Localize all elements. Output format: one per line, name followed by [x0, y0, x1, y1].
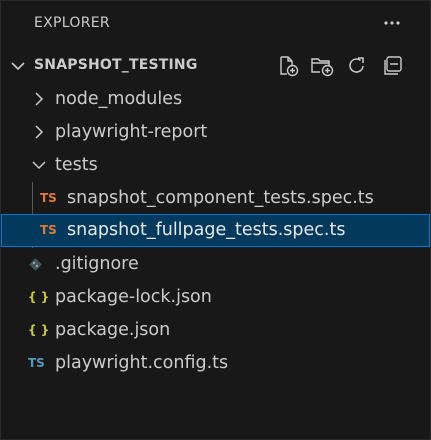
tree-item-playwright-report[interactable]: playwright-report [1, 116, 430, 149]
ellipsis-icon[interactable] [378, 9, 406, 37]
refresh-button[interactable] [344, 53, 370, 79]
tree-item-label: .gitignore [55, 254, 139, 274]
new-folder-icon [311, 58, 334, 77]
git-icon [29, 258, 42, 271]
workspace-title: SNAPSHOT_TESTING [34, 57, 198, 73]
collapse-all-icon [384, 56, 402, 75]
tree-item-label: playwright-report [55, 122, 208, 142]
new-file-button[interactable] [275, 53, 301, 79]
tree-item-package-json[interactable]: { } package.json [1, 314, 430, 347]
explorer-title: EXPLORER [34, 15, 110, 31]
tree-item-label: snapshot_fullpage_tests.spec.ts [67, 220, 346, 240]
tree-item-label: playwright.config.ts [55, 353, 229, 373]
tree-item-label: node_modules [55, 89, 183, 109]
chevron-right-icon [35, 125, 44, 139]
collapse-all-button[interactable] [380, 53, 406, 79]
chevron-down-icon [32, 161, 46, 170]
tree-item-label: package.json [55, 320, 171, 340]
tree-item-tests[interactable]: tests [1, 149, 430, 182]
tree-item-fullpage-spec[interactable]: TS snapshot_fullpage_tests.spec.ts [1, 214, 430, 247]
typescript-file-icon: TS [40, 223, 57, 237]
tree-item-label: snapshot_component_tests.spec.ts [67, 188, 374, 208]
tree-item-label: package-lock.json [55, 287, 212, 307]
tree-item-gitignore[interactable]: .gitignore [1, 248, 430, 281]
new-folder-button[interactable] [309, 53, 335, 79]
workspace-section-header[interactable]: SNAPSHOT_TESTING [1, 49, 430, 82]
tree-item-component-spec[interactable]: TS snapshot_component_tests.spec.ts [1, 182, 430, 215]
refresh-icon [349, 57, 364, 73]
tree-item-package-lock[interactable]: { } package-lock.json [1, 281, 430, 314]
json-file-icon: { } [28, 323, 50, 337]
tree-item-playwright-config[interactable]: TS playwright.config.ts [1, 347, 430, 380]
tree-item-node-modules[interactable]: node_modules [1, 83, 430, 116]
tree-item-label: tests [55, 155, 98, 175]
typescript-file-icon: TS [28, 356, 45, 370]
chevron-down-icon [11, 62, 25, 71]
typescript-file-icon: TS [40, 191, 57, 205]
chevron-right-icon [35, 92, 44, 106]
new-file-icon [280, 56, 299, 77]
explorer-header: EXPLORER [1, 1, 430, 45]
json-file-icon: { } [28, 290, 50, 304]
